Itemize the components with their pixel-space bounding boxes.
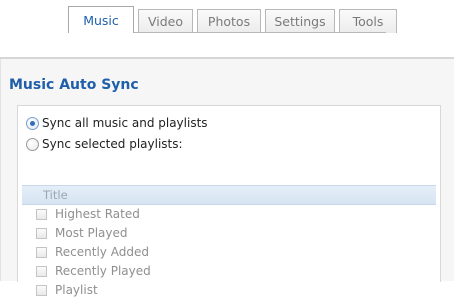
playlist-label: Playlist — [55, 283, 98, 297]
music-auto-sync-panel: Music Auto Sync Sync all music and playl… — [0, 59, 454, 297]
section-title: Music Auto Sync — [9, 77, 139, 93]
sync-options-box: Sync all music and playlists Sync select… — [17, 105, 441, 297]
playlist-row-most-played[interactable]: Most Played — [22, 226, 128, 240]
tab-photos[interactable]: Photos — [197, 9, 261, 33]
radio-sync-selected-label: Sync selected playlists: — [42, 137, 183, 151]
checkbox-icon[interactable] — [36, 208, 47, 220]
radio-sync-all[interactable]: Sync all music and playlists — [26, 116, 208, 130]
playlist-label: Recently Added — [55, 245, 149, 259]
checkbox-icon[interactable] — [36, 246, 47, 258]
playlist-label: Most Played — [55, 226, 128, 240]
tab-tools[interactable]: Tools — [339, 9, 397, 33]
tab-bar: Music Video Photos Settings Tools — [68, 6, 401, 33]
radio-sync-selected[interactable]: Sync selected playlists: — [26, 137, 183, 151]
playlist-label: Recently Played — [55, 264, 151, 278]
tab-settings[interactable]: Settings — [265, 9, 335, 33]
playlist-row-highest-rated[interactable]: Highest Rated — [22, 207, 140, 221]
radio-selected-icon[interactable] — [26, 116, 39, 130]
tab-video[interactable]: Video — [138, 9, 193, 33]
checkbox-icon[interactable] — [36, 265, 47, 277]
playlist-row-playlist[interactable]: Playlist — [22, 283, 98, 297]
playlist-row-recently-played[interactable]: Recently Played — [22, 264, 151, 278]
playlist-column-header[interactable]: Title — [22, 185, 436, 205]
checkbox-icon[interactable] — [36, 284, 47, 296]
column-title-label: Title — [43, 188, 68, 202]
radio-unselected-icon[interactable] — [26, 137, 39, 151]
playlist-label: Highest Rated — [55, 207, 140, 221]
playlist-row-recently-added[interactable]: Recently Added — [22, 245, 149, 259]
tab-music[interactable]: Music — [68, 6, 134, 33]
checkbox-icon[interactable] — [36, 227, 47, 239]
radio-sync-all-label: Sync all music and playlists — [42, 116, 208, 130]
top-bar: Music Video Photos Settings Tools — [0, 0, 454, 59]
